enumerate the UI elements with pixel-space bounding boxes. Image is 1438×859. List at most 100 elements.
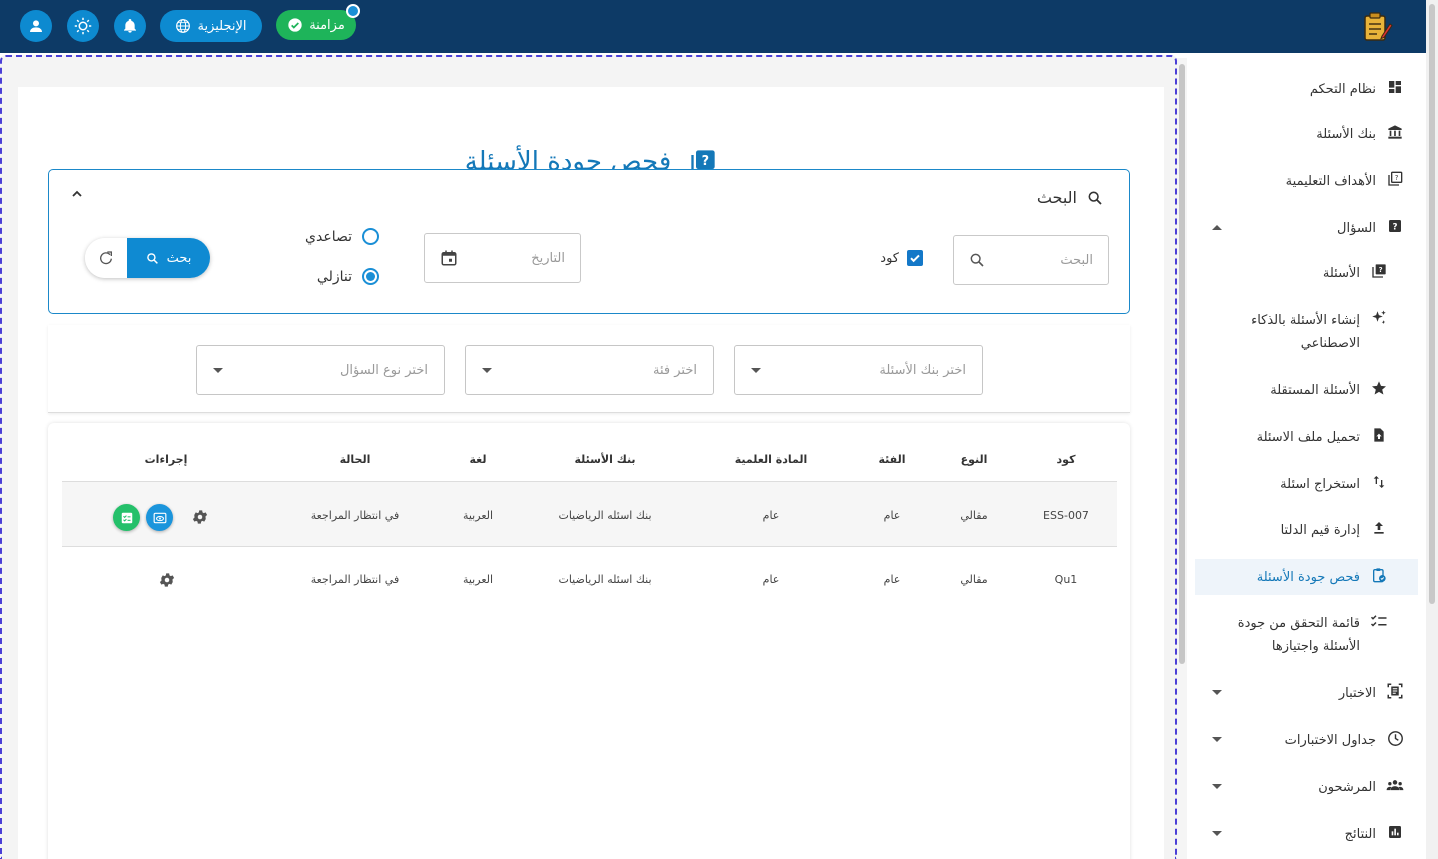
search-icon	[146, 252, 158, 264]
sync-status-dot	[346, 4, 360, 18]
app-logo[interactable]	[1360, 10, 1394, 44]
sidebar-item-label: قائمة التحقق من جودة الأسئلة واجتيازها	[1237, 616, 1360, 654]
user-icon	[30, 20, 42, 32]
search-input[interactable]: البحث	[953, 235, 1109, 285]
sidebar-item-quality-check[interactable]: فحص جودة الأسئلة	[1257, 566, 1388, 589]
question-bank-placeholder: اختر بنك الأسئلة	[879, 362, 966, 378]
sidebar-item-learning-objectives[interactable]: ? الأهداف التعليمية	[1286, 170, 1404, 193]
sidebar-item-quality-checklist[interactable]: قائمة التحقق من جودة الأسئلة واجتيازها	[1228, 612, 1388, 658]
bell-icon	[124, 19, 136, 33]
expand-arrow-icon[interactable]	[1212, 831, 1222, 836]
sidebar-item-standalone-questions[interactable]: الأسئلة المستقلة	[1270, 379, 1388, 402]
cell-code: Qu1	[1054, 573, 1078, 586]
search-button[interactable]: بحث	[127, 238, 210, 278]
sidebar-item-upload-questions[interactable]: تحميل ملف الاسئلة	[1257, 426, 1388, 449]
notifications-button[interactable]	[114, 10, 146, 42]
search-input-placeholder: البحث	[1060, 252, 1093, 268]
sidebar-item-label: نظام التحكم	[1309, 82, 1376, 97]
sidebar-item-question-bank[interactable]: بنك الأسئلة	[1316, 123, 1404, 146]
sidebar-item-questions[interactable]: ? الأسئلة	[1323, 262, 1388, 285]
preview-icon	[153, 512, 166, 523]
cell-language: العربية	[462, 573, 494, 586]
col-header-subject[interactable]: المادة العلمية	[735, 453, 808, 466]
collapse-arrow-icon[interactable]	[1212, 225, 1222, 230]
sidebar-item-label: بنك الأسئلة	[1316, 127, 1376, 142]
col-header-status[interactable]: الحالة	[340, 453, 371, 466]
question-type-select[interactable]: اختر نوع السؤال	[196, 345, 445, 395]
sidebar-item-dashboard[interactable]: نظام التحكم	[1310, 78, 1404, 101]
main-card: ? فحص جودة الأسئلة البحث البحث كود التار…	[18, 87, 1164, 859]
brightness-icon	[74, 17, 92, 35]
category-placeholder: اختر فئة	[653, 362, 697, 378]
sidebar-item-results[interactable]: النتائج	[1345, 823, 1404, 846]
date-input[interactable]: التاريخ	[424, 233, 581, 283]
calendar-icon[interactable]	[440, 249, 458, 267]
collapse-chevron-icon[interactable]	[71, 186, 83, 202]
preview-button[interactable]	[146, 504, 173, 531]
date-input-placeholder: التاريخ	[531, 250, 565, 266]
content-scroll-thumb[interactable]	[1179, 64, 1185, 664]
dropdown-caret-icon	[482, 367, 492, 373]
content-area: ? فحص جودة الأسئلة البحث البحث كود التار…	[0, 55, 1177, 859]
exam-icon	[1386, 682, 1404, 700]
col-header-type[interactable]: النوع	[961, 453, 988, 466]
sparkle-icon	[1370, 309, 1388, 327]
sidebar-item-label: تحميل ملف الاسئلة	[1256, 430, 1360, 445]
sync-button[interactable]: مزامنة	[276, 4, 360, 40]
chart-icon	[1386, 823, 1404, 841]
sidebar-item-label: إنشاء الأسئلة بالذكاء الاصطناعي	[1251, 313, 1360, 351]
cell-bank: بنك اسئله الرياضيات	[558, 573, 652, 586]
language-label: الإنجليزية	[197, 18, 247, 34]
sidebar-item-label: الأسئلة	[1322, 266, 1360, 281]
dropdown-caret-icon	[213, 367, 223, 373]
settings-icon[interactable]	[158, 571, 176, 593]
col-header-code[interactable]: كود	[1057, 453, 1076, 466]
search-panel-header[interactable]: البحث	[1037, 188, 1103, 207]
sidebar-item-question[interactable]: ? السؤال	[1337, 217, 1404, 240]
sync-label: مزامنة	[309, 17, 345, 33]
clipboard-check-icon	[1370, 566, 1388, 584]
globe-icon	[176, 19, 191, 33]
clock-icon	[1386, 729, 1404, 747]
sort-descending-radio[interactable]: تنازلي	[317, 268, 379, 285]
expand-arrow-icon[interactable]	[1212, 737, 1222, 742]
col-header-bank[interactable]: بنك الأسئلة	[574, 453, 635, 466]
descending-label: تنازلي	[316, 268, 352, 285]
settings-icon[interactable]	[191, 508, 209, 530]
sidebar-item-extract-questions[interactable]: استخراج اسئلة	[1280, 473, 1388, 496]
checkbox-checked-icon[interactable]	[907, 250, 923, 266]
review-button[interactable]	[113, 504, 140, 531]
reset-button[interactable]	[85, 238, 127, 278]
sort-ascending-radio[interactable]: تصاعدي	[305, 228, 379, 245]
sidebar-item-candidates[interactable]: المرشحون	[1318, 776, 1404, 799]
search-button-group: بحث	[85, 238, 210, 278]
radio-unselected-icon[interactable]	[362, 228, 379, 245]
check-circle-icon	[288, 18, 302, 32]
svg-text:?: ?	[1379, 266, 1383, 274]
cell-category: عام	[883, 573, 901, 586]
language-button[interactable]: الإنجليزية	[160, 10, 262, 42]
sidebar-item-delta-values[interactable]: إدارة قيم الدلتا	[1281, 519, 1388, 542]
expand-arrow-icon[interactable]	[1212, 690, 1222, 695]
theme-toggle-button[interactable]	[67, 10, 99, 42]
cell-category: عام	[883, 509, 901, 522]
question-icon: ?	[1386, 217, 1404, 235]
col-header-language[interactable]: لغة	[469, 453, 486, 466]
category-select[interactable]: اختر فئة	[465, 345, 714, 395]
code-checkbox[interactable]: كود	[880, 250, 923, 266]
question-bank-select[interactable]: اختر بنك الأسئلة	[734, 345, 983, 395]
user-button[interactable]	[20, 10, 52, 42]
code-checkbox-label: كود	[880, 250, 899, 266]
upload-file-icon	[1370, 426, 1388, 444]
radio-selected-icon[interactable]	[362, 268, 379, 285]
expand-arrow-icon[interactable]	[1212, 784, 1222, 789]
review-checklist-icon	[121, 512, 132, 523]
sidebar-item-ai-questions[interactable]: إنشاء الأسئلة بالذكاء الاصطناعي	[1238, 309, 1388, 355]
sidebar-item-label: إدارة قيم الدلتا	[1280, 523, 1360, 538]
col-header-category[interactable]: الفئة	[879, 453, 906, 466]
sidebar-item-exam-schedules[interactable]: جداول الاختبارات	[1285, 729, 1404, 752]
cell-type: مقالي	[960, 509, 988, 522]
svg-text:?: ?	[1392, 222, 1397, 232]
window-scroll-thumb[interactable]	[1429, 4, 1435, 604]
sidebar-item-exam[interactable]: الاختبار	[1339, 682, 1404, 705]
